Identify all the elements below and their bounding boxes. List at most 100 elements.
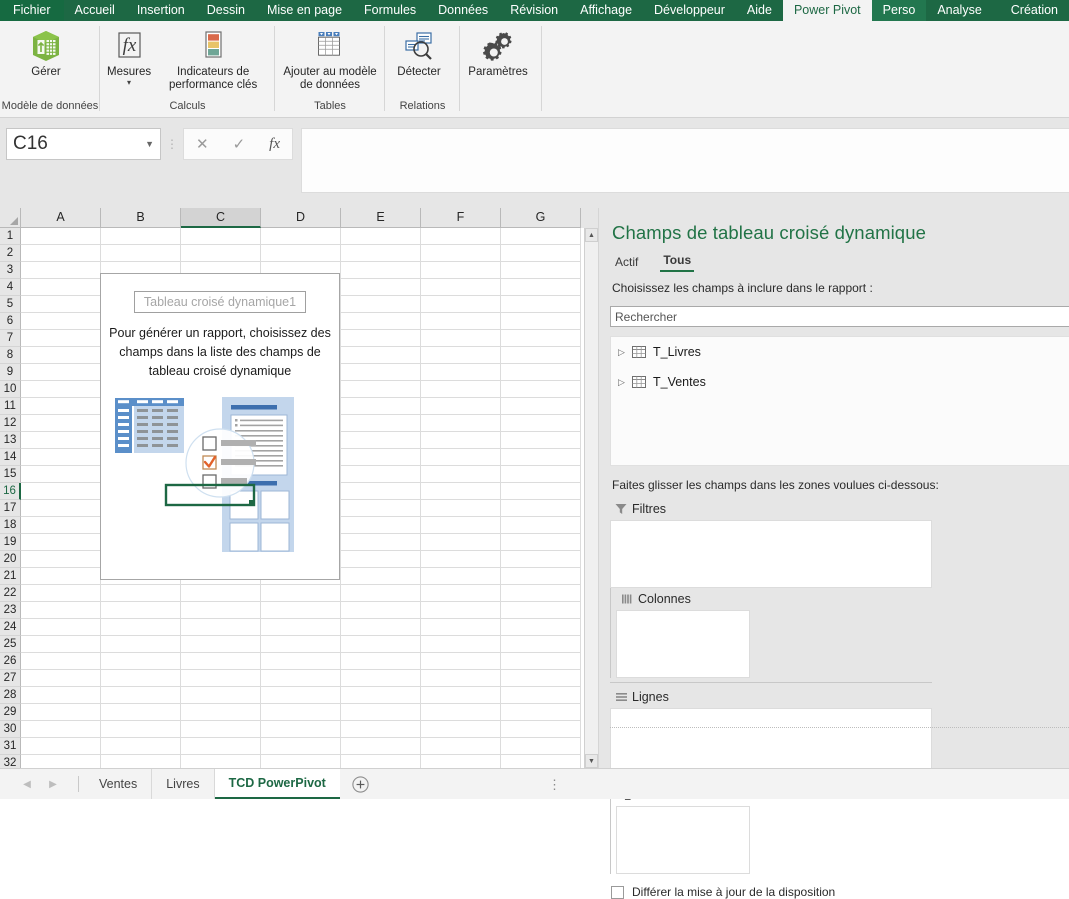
cell-A2[interactable] <box>21 245 101 262</box>
cell-B25[interactable] <box>101 636 181 653</box>
field-search-input[interactable]: Rechercher <box>615 310 677 324</box>
cell-B30[interactable] <box>101 721 181 738</box>
cell-E8[interactable] <box>341 347 421 364</box>
row-header-4[interactable]: 4 <box>0 279 21 296</box>
row-header-3[interactable]: 3 <box>0 262 21 279</box>
field-pane-tab-actif[interactable]: Actif <box>612 255 641 272</box>
cell-F5[interactable] <box>421 296 501 313</box>
cell-F30[interactable] <box>421 721 501 738</box>
sheet-tab-livres[interactable]: Livres <box>152 769 215 799</box>
cell-F10[interactable] <box>421 381 501 398</box>
cell-A32[interactable] <box>21 755 101 768</box>
cell-E26[interactable] <box>341 653 421 670</box>
cell-A27[interactable] <box>21 670 101 687</box>
cell-D1[interactable] <box>261 228 341 245</box>
cell-A23[interactable] <box>21 602 101 619</box>
cell-F25[interactable] <box>421 636 501 653</box>
row-header-8[interactable]: 8 <box>0 347 21 364</box>
cell-B28[interactable] <box>101 687 181 704</box>
add-sheet-button[interactable] <box>340 769 381 799</box>
ribbon-tab-dessin[interactable]: Dessin <box>196 0 256 21</box>
confirm-check-icon[interactable]: ✓ <box>233 135 246 153</box>
cell-A24[interactable] <box>21 619 101 636</box>
cell-E29[interactable] <box>341 704 421 721</box>
row-header-19[interactable]: 19 <box>0 534 21 551</box>
select-all-corner[interactable] <box>0 208 21 228</box>
cell-B29[interactable] <box>101 704 181 721</box>
cell-E17[interactable] <box>341 500 421 517</box>
cell-C32[interactable] <box>181 755 261 768</box>
cell-F7[interactable] <box>421 330 501 347</box>
column-header-F[interactable]: F <box>421 208 501 228</box>
cell-F1[interactable] <box>421 228 501 245</box>
cell-E16[interactable] <box>341 483 421 500</box>
cell-D27[interactable] <box>261 670 341 687</box>
cell-E2[interactable] <box>341 245 421 262</box>
row-header-25[interactable]: 25 <box>0 636 21 653</box>
cell-E13[interactable] <box>341 432 421 449</box>
cell-D32[interactable] <box>261 755 341 768</box>
cell-A26[interactable] <box>21 653 101 670</box>
cell-C30[interactable] <box>181 721 261 738</box>
cell-G24[interactable] <box>501 619 581 636</box>
cell-C23[interactable] <box>181 602 261 619</box>
cell-F22[interactable] <box>421 585 501 602</box>
formula-input[interactable] <box>301 128 1069 193</box>
cell-G4[interactable] <box>501 279 581 296</box>
field-pane-tab-tous[interactable]: Tous <box>660 253 695 272</box>
cell-E6[interactable] <box>341 313 421 330</box>
ribbon-tab-aide[interactable]: Aide <box>736 0 783 21</box>
row-header-15[interactable]: 15 <box>0 466 21 483</box>
cell-B2[interactable] <box>101 245 181 262</box>
column-header-A[interactable]: A <box>21 208 101 228</box>
row-header-31[interactable]: 31 <box>0 738 21 755</box>
chevron-right-icon[interactable]: ▷ <box>618 377 632 388</box>
cell-G29[interactable] <box>501 704 581 721</box>
row-header-14[interactable]: 14 <box>0 449 21 466</box>
row-header-12[interactable]: 12 <box>0 415 21 432</box>
zone-dropbox[interactable] <box>610 520 932 588</box>
ribbon-tab-développeur[interactable]: Développeur <box>643 0 736 21</box>
cell-F18[interactable] <box>421 517 501 534</box>
cancel-x-icon[interactable]: ✕ <box>196 135 209 153</box>
column-header-E[interactable]: E <box>341 208 421 228</box>
cell-C28[interactable] <box>181 687 261 704</box>
sheet-tab-tcd-powerpivot[interactable]: TCD PowerPivot <box>214 769 340 799</box>
row-header-6[interactable]: 6 <box>0 313 21 330</box>
field-search-box[interactable]: Rechercher <box>610 306 1069 327</box>
column-header-D[interactable]: D <box>261 208 341 228</box>
cell-G5[interactable] <box>501 296 581 313</box>
cell-G8[interactable] <box>501 347 581 364</box>
cell-A22[interactable] <box>21 585 101 602</box>
detect-button[interactable]: Détecter <box>385 25 453 79</box>
cell-F11[interactable] <box>421 398 501 415</box>
cell-F29[interactable] <box>421 704 501 721</box>
cell-G22[interactable] <box>501 585 581 602</box>
cell-F17[interactable] <box>421 500 501 517</box>
defer-layout-checkbox[interactable] <box>611 885 624 899</box>
cell-F3[interactable] <box>421 262 501 279</box>
cell-G2[interactable] <box>501 245 581 262</box>
ribbon-tab-données[interactable]: Données <box>427 0 499 21</box>
cell-E19[interactable] <box>341 534 421 551</box>
cell-G31[interactable] <box>501 738 581 755</box>
cell-A25[interactable] <box>21 636 101 653</box>
formula-bar-grip[interactable]: ⋮ <box>161 128 183 160</box>
ribbon-tab-accueil[interactable]: Accueil <box>64 0 126 21</box>
cell-E21[interactable] <box>341 568 421 585</box>
nav-prev-icon[interactable]: ◀ <box>14 779 40 790</box>
row-header-30[interactable]: 30 <box>0 721 21 738</box>
row-header-32[interactable]: 32 <box>0 755 21 768</box>
cell-G6[interactable] <box>501 313 581 330</box>
column-header-B[interactable]: B <box>101 208 181 228</box>
cell-E7[interactable] <box>341 330 421 347</box>
cell-A20[interactable] <box>21 551 101 568</box>
zone-colonnes[interactable]: Colonnes <box>610 588 750 678</box>
row-header-2[interactable]: 2 <box>0 245 21 262</box>
cell-G21[interactable] <box>501 568 581 585</box>
row-header-5[interactable]: 5 <box>0 296 21 313</box>
cell-G13[interactable] <box>501 432 581 449</box>
cell-E24[interactable] <box>341 619 421 636</box>
kpi-button[interactable]: Indicateurs de performance clés <box>158 25 268 92</box>
cell-E10[interactable] <box>341 381 421 398</box>
